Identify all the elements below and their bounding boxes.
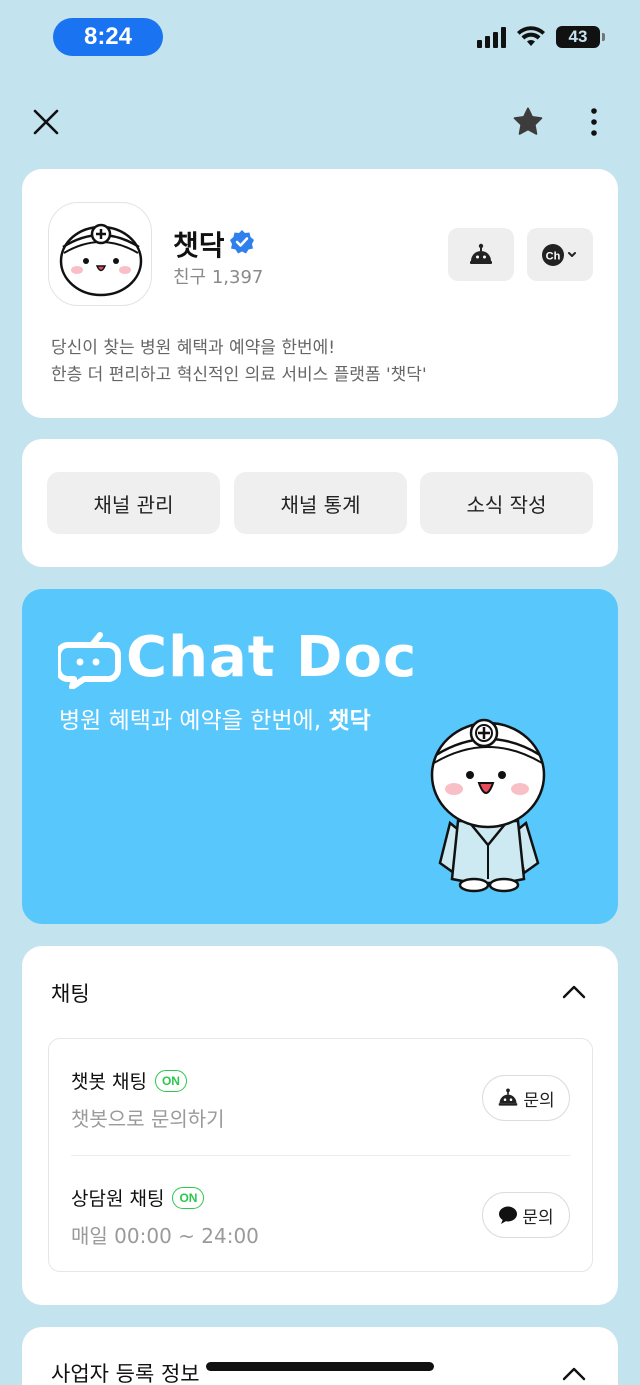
signal-icon: [477, 26, 506, 48]
chat-options: 챗봇 채팅 ON 챗봇으로 문의하기 문의 상담원 채팅 ON 매일 00:00…: [48, 1038, 593, 1272]
status-time: 8:24: [53, 18, 163, 56]
chatbot-chat-title: 챗봇 채팅: [71, 1071, 147, 1093]
agent-chat-title: 상담원 채팅: [71, 1188, 165, 1210]
channel-chevron-icon: Ch: [542, 243, 576, 266]
agent-chat-row: 상담원 채팅 ON 매일 00:00 ~ 24:00 문의: [71, 1156, 570, 1272]
manage-channel-button[interactable]: 채널 관리: [47, 472, 220, 534]
business-info-section: 사업자 등록 정보: [22, 1327, 618, 1385]
chatbot-inquiry-button[interactable]: 문의: [482, 1075, 570, 1121]
inquiry-label: 문의: [522, 1207, 554, 1228]
promo-banner[interactable]: Chat Doc 병원 혜택과 예약을 한번에, 챗닥: [22, 589, 618, 924]
channel-stats-button[interactable]: 채널 통계: [234, 472, 407, 534]
status-icons: 43: [477, 26, 605, 48]
chat-section-title: 채팅: [51, 982, 90, 1006]
chevron-up-icon[interactable]: [560, 978, 588, 1006]
speech-bubble-icon: [499, 1206, 518, 1224]
more-icon[interactable]: [578, 104, 610, 140]
channel-description: 당신이 찾는 병원 혜택과 예약을 한번에! 한층 더 편리하고 혁신적인 의료…: [51, 338, 427, 385]
bot-icon: [499, 1088, 518, 1106]
verified-badge-icon: [230, 230, 254, 254]
battery-icon: 43: [556, 26, 605, 48]
banner-subtitle: 병원 혜택과 예약을 한번에, 챗닥: [59, 708, 371, 734]
agent-chat-hours: 매일 00:00 ~ 24:00: [71, 1224, 259, 1248]
star-icon[interactable]: [510, 104, 546, 140]
home-indicator[interactable]: [206, 1362, 434, 1371]
svg-text:Ch: Ch: [546, 250, 561, 262]
chevron-up-icon[interactable]: [560, 1360, 588, 1385]
wifi-icon: [517, 26, 545, 46]
channel-avatar[interactable]: [48, 202, 152, 306]
friend-count: 친구 1,397: [173, 267, 264, 288]
chat-section: 채팅 챗봇 채팅 ON 챗봇으로 문의하기 문의 상담원 채팅 ON 매일 00…: [22, 946, 618, 1305]
status-badge: ON: [172, 1186, 205, 1209]
chatbot-chat-subtitle: 챗봇으로 문의하기: [71, 1107, 225, 1131]
mascot-face-icon: [59, 223, 143, 297]
doctor-mascot-icon: [430, 718, 546, 893]
write-news-button[interactable]: 소식 작성: [420, 472, 593, 534]
chat-logo-icon: [58, 632, 121, 689]
action-card: 채널 관리 채널 통계 소식 작성: [22, 439, 618, 567]
banner-title: Chat Doc: [126, 625, 418, 690]
channel-menu-button[interactable]: Ch: [527, 228, 593, 281]
channel-name: 챗닥: [173, 229, 225, 262]
bot-icon: [470, 243, 492, 264]
profile-card: 챗닥 친구 1,397 Ch 당신이 찾는 병원 혜택과 예약을 한번에! 한층…: [22, 169, 618, 418]
agent-inquiry-button[interactable]: 문의: [482, 1192, 570, 1238]
status-badge: ON: [154, 1069, 187, 1092]
inquiry-label: 문의: [523, 1090, 555, 1111]
chatbot-button[interactable]: [448, 228, 514, 281]
chatbot-chat-row: 챗봇 채팅 ON 챗봇으로 문의하기 문의: [71, 1039, 570, 1155]
business-info-title: 사업자 등록 정보: [51, 1362, 200, 1385]
status-bar: 8:24 43: [0, 0, 640, 80]
close-icon[interactable]: [28, 104, 64, 140]
